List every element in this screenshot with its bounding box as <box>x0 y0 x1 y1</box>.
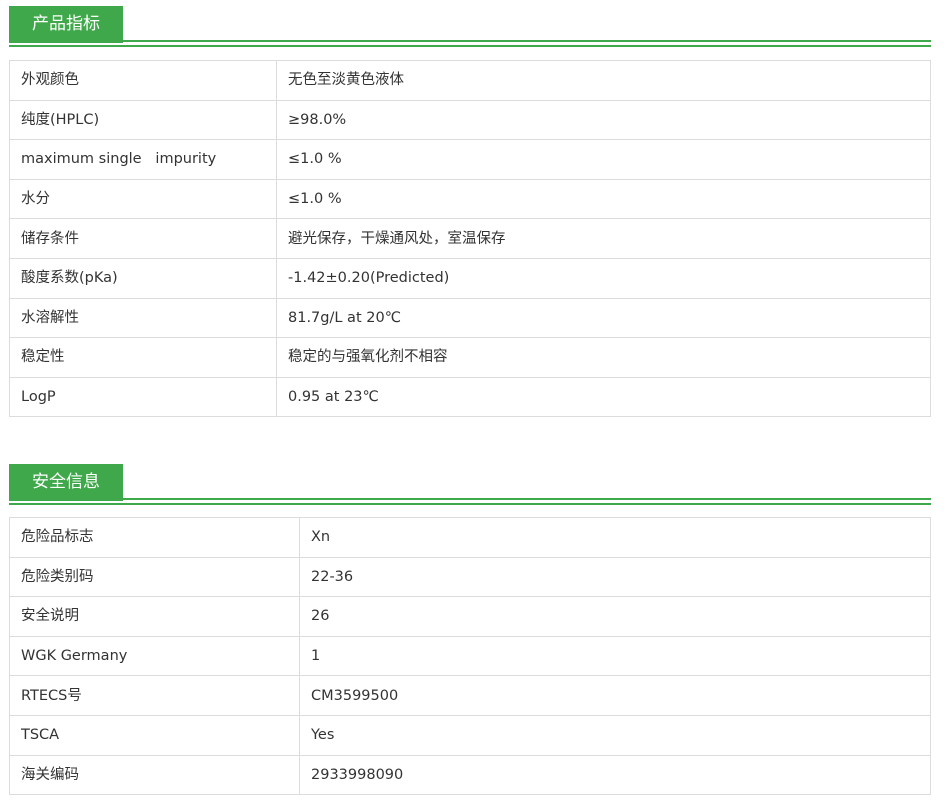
table-row: 纯度(HPLC) ≥98.0% <box>9 99 931 141</box>
row-label: 酸度系数(pKa) <box>9 257 277 299</box>
row-value: Xn <box>299 517 931 558</box>
table-row: maximum single impurity ≤1.0 % <box>9 139 931 180</box>
table-row: WGK Germany 1 <box>9 635 931 677</box>
row-label: 海关编码 <box>9 754 300 796</box>
row-label: 储存条件 <box>9 218 277 259</box>
table-row: 水分 ≤1.0 % <box>9 178 931 220</box>
row-label: maximum single impurity <box>9 139 277 180</box>
table-row: 危险类别码 22-36 <box>9 556 931 598</box>
row-value: CM3599500 <box>299 675 931 716</box>
header-divider <box>123 498 931 500</box>
table-row: 储存条件 避光保存，干燥通风处，室温保存 <box>9 218 931 259</box>
row-value: 无色至淡黄色液体 <box>276 60 931 101</box>
row-value: Yes <box>299 714 931 756</box>
row-label: 外观颜色 <box>9 60 277 101</box>
safety-info-title: 安全信息 <box>9 464 123 501</box>
row-value: 1 <box>299 635 931 677</box>
header-divider <box>9 45 931 47</box>
row-value: 0.95 at 23℃ <box>276 376 931 418</box>
row-label: 危险品标志 <box>9 517 300 558</box>
row-value: 2933998090 <box>299 754 931 796</box>
row-label: LogP <box>9 376 277 418</box>
row-label: 水分 <box>9 178 277 220</box>
table-row: 危险品标志 Xn <box>9 517 931 558</box>
row-value: 稳定的与强氧化剂不相容 <box>276 337 931 378</box>
table-row: 水溶解性 81.7g/L at 20℃ <box>9 297 931 339</box>
table-row: RTECS号 CM3599500 <box>9 675 931 716</box>
row-value: 81.7g/L at 20℃ <box>276 297 931 339</box>
product-spec-title: 产品指标 <box>9 6 123 43</box>
row-value: 22-36 <box>299 556 931 598</box>
row-value: ≤1.0 % <box>276 178 931 220</box>
safety-info-header: 安全信息 <box>9 464 931 506</box>
header-divider <box>9 503 931 505</box>
row-value: 26 <box>299 596 931 637</box>
table-row: 安全说明 26 <box>9 596 931 637</box>
row-label: WGK Germany <box>9 635 300 677</box>
row-value: ≥98.0% <box>276 99 931 141</box>
row-label: 水溶解性 <box>9 297 277 339</box>
row-label: RTECS号 <box>9 675 300 716</box>
product-spec-table: 外观颜色 无色至淡黄色液体 纯度(HPLC) ≥98.0% maximum si… <box>9 60 931 418</box>
row-label: 纯度(HPLC) <box>9 99 277 141</box>
safety-info-table: 危险品标志 Xn 危险类别码 22-36 安全说明 26 WGK Germany… <box>9 517 931 796</box>
row-label: 稳定性 <box>9 337 277 378</box>
table-row: 稳定性 稳定的与强氧化剂不相容 <box>9 337 931 378</box>
row-label: 危险类别码 <box>9 556 300 598</box>
table-row: TSCA Yes <box>9 714 931 756</box>
row-label: TSCA <box>9 714 300 756</box>
table-row: LogP 0.95 at 23℃ <box>9 376 931 418</box>
table-row: 海关编码 2933998090 <box>9 754 931 796</box>
row-value: -1.42±0.20(Predicted) <box>276 257 931 299</box>
table-row: 酸度系数(pKa) -1.42±0.20(Predicted) <box>9 257 931 299</box>
row-label: 安全说明 <box>9 596 300 637</box>
row-value: 避光保存，干燥通风处，室温保存 <box>276 218 931 259</box>
row-value: ≤1.0 % <box>276 139 931 180</box>
header-divider <box>123 40 931 42</box>
table-row: 外观颜色 无色至淡黄色液体 <box>9 60 931 101</box>
product-spec-header: 产品指标 <box>9 6 931 48</box>
